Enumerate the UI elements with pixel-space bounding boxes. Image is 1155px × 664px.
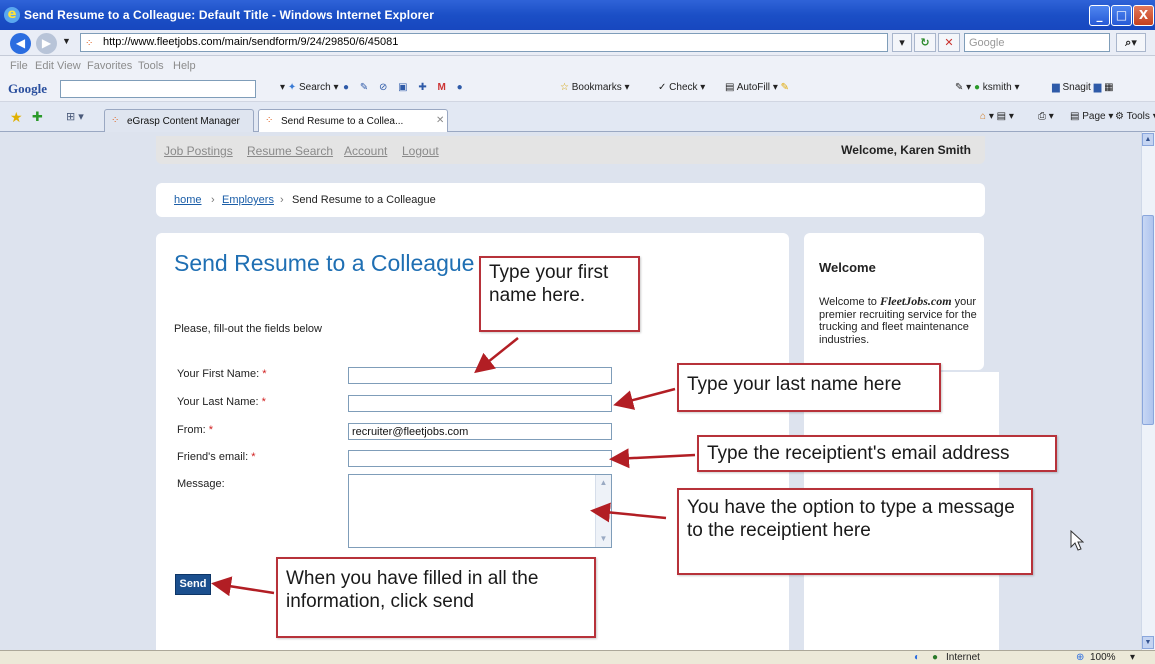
zone-label: Internet [946,652,980,663]
page-scroll-down-icon[interactable]: ▼ [1142,636,1154,649]
globe-icon: ● [932,652,939,663]
zoom-icon: ⊕ [1076,652,1085,663]
arrow-to-message [590,502,667,523]
arrow-to-last-name [613,387,676,410]
arrow-to-email [609,448,696,469]
security-zone-icon: ◐ [914,652,921,663]
arrow-to-first-name [474,337,519,374]
page-scroll-up-icon[interactable]: ▲ [1142,133,1154,146]
page-scroll-thumb[interactable] [1142,215,1154,425]
annotation-arrows [211,337,696,597]
arrow-to-send [211,576,275,597]
mouse-cursor-icon [1070,530,1084,551]
zoom-level[interactable]: 100% [1090,652,1116,663]
zoom-dropdown-icon[interactable]: ▾ [1130,652,1135,663]
status-bar: ◐ ● Internet ⊕ 100% ▾ [0,650,1155,664]
